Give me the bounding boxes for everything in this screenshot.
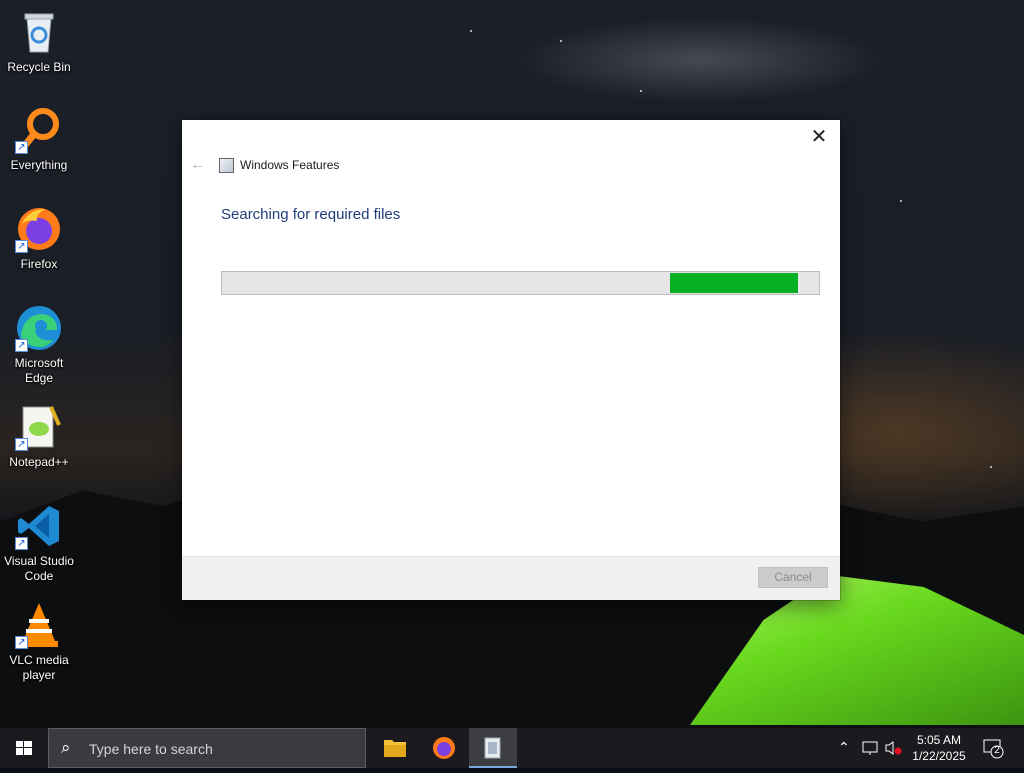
desktop-icon-label: Recycle Bin	[7, 60, 71, 74]
start-button[interactable]	[0, 728, 48, 768]
desktop-icon-label: Notepad++	[9, 455, 69, 469]
desktop-icon-firefox[interactable]: ↗ Firefox	[1, 205, 77, 272]
vlc-icon: ↗	[15, 601, 63, 649]
shortcut-arrow-icon: ↗	[15, 636, 28, 649]
taskbar-file-explorer[interactable]	[371, 728, 419, 768]
taskbar-firefox[interactable]	[420, 728, 468, 768]
notification-count-badge: 2	[994, 745, 1000, 756]
shortcut-arrow-icon: ↗	[15, 339, 28, 352]
shortcut-arrow-icon: ↗	[15, 141, 28, 154]
status-heading: Searching for required files	[221, 206, 401, 223]
taskbar-clock[interactable]: 5:05 AM 1/22/2025	[906, 732, 972, 764]
search-placeholder: Type here to search	[89, 741, 213, 757]
everything-search-icon: ↗	[15, 106, 63, 154]
shortcut-arrow-icon: ↗	[15, 537, 28, 550]
windows-logo-icon	[16, 741, 32, 755]
desktop-icon-label: Everything	[10, 158, 68, 172]
volume-muted-icon[interactable]	[884, 740, 902, 759]
taskbar-windows-features[interactable]	[469, 728, 517, 768]
desktop-icon-label: Firefox	[20, 257, 58, 271]
notepadpp-icon: ↗	[15, 403, 63, 451]
desktop-icon-vlc[interactable]: ↗ VLC media player	[1, 601, 77, 683]
edge-icon: ↗	[15, 304, 63, 352]
windows-features-icon	[484, 737, 501, 759]
cancel-button[interactable]: Cancel	[758, 567, 828, 588]
dialog-footer: Cancel	[182, 556, 840, 600]
recycle-bin-icon	[15, 8, 63, 56]
notification-center-icon[interactable]: 2	[982, 737, 1004, 762]
close-button[interactable]: ✕	[804, 124, 834, 150]
desktop-icon-notepadpp[interactable]: ↗ Notepad++	[1, 403, 77, 470]
dialog-title: Windows Features	[240, 158, 340, 172]
vscode-icon: ↗	[15, 502, 63, 550]
desktop-icon-edge[interactable]: ↗ Microsoft Edge	[1, 304, 77, 386]
taskbar-search[interactable]: ⌕ Type here to search	[48, 728, 366, 768]
back-arrow-icon[interactable]: ←	[190, 156, 206, 174]
desktop-icon-everything[interactable]: ↗ Everything	[1, 106, 77, 173]
desktop-icon-label: VLC media player	[9, 653, 69, 682]
taskbar: ⌕ Type here to search ⌃ 5:05 AM 1/22/202…	[0, 728, 1024, 768]
desktop-icon-label: Microsoft Edge	[14, 356, 64, 385]
desktop-icon-recycle-bin[interactable]: Recycle Bin	[1, 8, 77, 75]
search-icon: ⌕	[61, 738, 71, 757]
folder-icon	[384, 740, 406, 757]
windows-features-dialog: ✕ ← Windows Features Searching for requi…	[182, 120, 840, 600]
progress-fill	[670, 273, 798, 293]
shortcut-arrow-icon: ↗	[15, 240, 28, 253]
clock-time: 5:05 AM	[916, 733, 962, 747]
desktop-icon-vscode[interactable]: ↗ Visual Studio Code	[1, 502, 77, 584]
windows-features-icon	[219, 158, 234, 173]
firefox-icon	[433, 737, 455, 759]
chevron-up-icon[interactable]: ⌃	[838, 739, 850, 756]
shortcut-arrow-icon: ↗	[15, 438, 28, 451]
network-icon[interactable]	[862, 740, 880, 759]
firefox-icon: ↗	[15, 205, 63, 253]
progress-bar	[221, 271, 820, 295]
desktop-icon-label: Visual Studio Code	[4, 554, 74, 583]
clock-date: 1/22/2025	[912, 749, 966, 763]
